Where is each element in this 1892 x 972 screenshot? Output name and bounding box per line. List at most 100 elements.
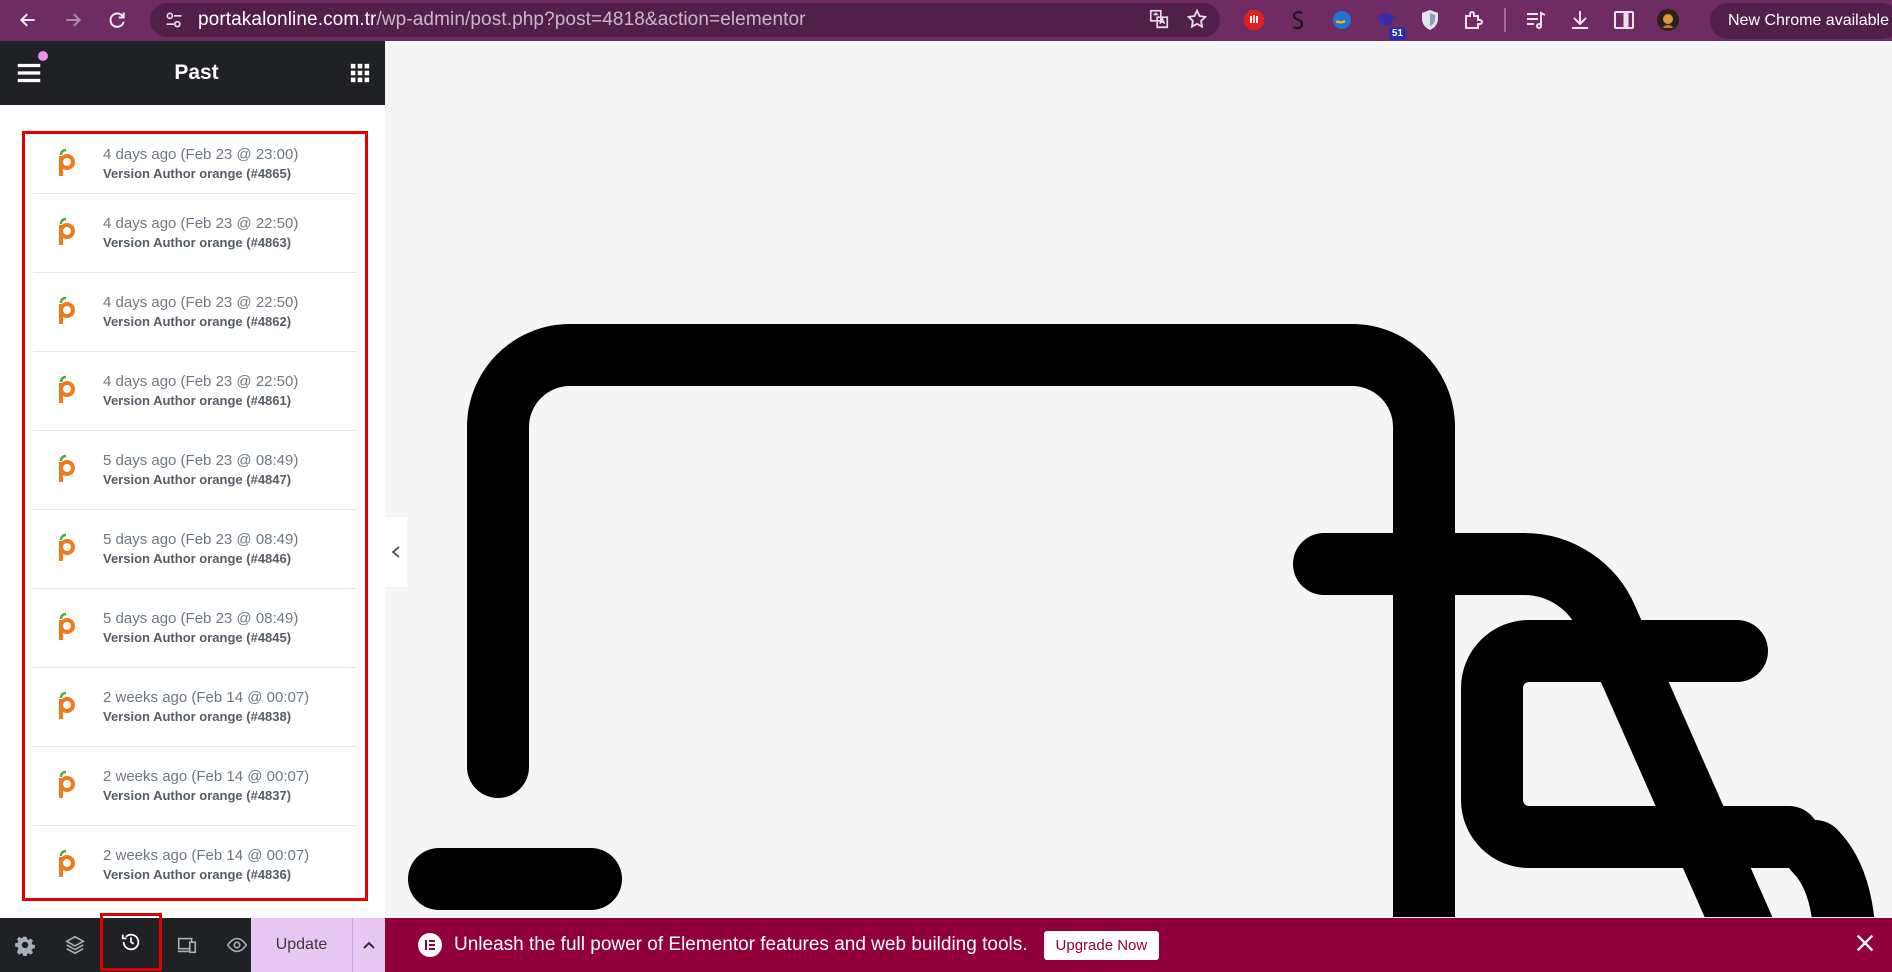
revision-text: 5 days ago (Feb 23 @ 08:49) Version Autho… [103, 609, 298, 647]
update-button[interactable]: Update [251, 918, 352, 972]
settings-button[interactable] [0, 918, 50, 972]
revision-date: 4 days ago (Feb 23 @ 22:50) [103, 215, 299, 232]
eye-icon [226, 937, 248, 953]
navigator-button[interactable] [50, 918, 100, 972]
reload-icon [109, 12, 125, 28]
extensions-button[interactable] [1460, 6, 1488, 34]
orange-avatar-icon [59, 296, 75, 324]
script-s-icon [1292, 10, 1304, 30]
save-options-button[interactable] [352, 918, 385, 972]
revision-text: 4 days ago (Feb 23 @ 22:50) Version Autho… [103, 293, 298, 331]
preview-artwork [408, 324, 1875, 917]
extension-shield[interactable] [1416, 6, 1444, 34]
revision-text: 5 days ago (Feb 23 @ 08:49) Version Autho… [103, 530, 298, 568]
revision-date: 2 weeks ago (Feb 14 @ 00:07) [103, 847, 310, 864]
shield-icon [1422, 10, 1438, 30]
revision-item[interactable]: 2 weeks ago (Feb 14 @ 00:07) Version Auth… [33, 826, 357, 898]
orange-avatar-icon [59, 375, 75, 403]
responsive-mode-button[interactable] [162, 918, 212, 972]
revision-item[interactable]: 4 days ago (Feb 23 @ 22:50) Version Autho… [33, 273, 357, 352]
profile-avatar[interactable] [1654, 6, 1682, 34]
revision-text: 2 weeks ago (Feb 14 @ 00:07) Version Auth… [103, 688, 309, 726]
panel-footer: Update [0, 913, 385, 972]
revision-item[interactable]: 4 days ago (Feb 23 @ 23:00) Version Autho… [33, 134, 357, 194]
elementor-logo-icon [418, 933, 442, 957]
media-controls-button[interactable] [1522, 6, 1550, 34]
orange-avatar-icon [59, 533, 75, 561]
close-icon[interactable] [1854, 932, 1876, 954]
site-info-icon[interactable] [164, 10, 184, 30]
revision-item[interactable]: 4 days ago (Feb 23 @ 22:50) Version Autho… [33, 352, 357, 431]
page-preview-canvas[interactable] [407, 51, 1892, 917]
arrow-right-icon [66, 13, 82, 27]
revision-date: 4 days ago (Feb 23 @ 22:50) [103, 373, 299, 390]
arrow-left-icon [19, 13, 35, 27]
url-path: /wp-admin/post.php?post=4818&action=elem… [376, 9, 806, 30]
orange-avatar-icon [59, 454, 75, 482]
extension-badge[interactable]: 51 [1372, 6, 1406, 40]
revision-item[interactable]: 5 days ago (Feb 23 @ 08:49) Version Autho… [33, 431, 357, 510]
revision-author: Version Author orange (#4863) [103, 235, 292, 250]
browser-toolbar: portakalonline.com.tr/wp-admin/post.php?… [0, 0, 1892, 41]
reload-button[interactable] [99, 2, 135, 38]
revision-author: Version Author orange (#4836) [103, 867, 292, 882]
toolbar-separator [1504, 8, 1506, 32]
address-bar[interactable]: portakalonline.com.tr/wp-admin/post.php?… [150, 3, 1220, 37]
revision-item[interactable]: 5 days ago (Feb 23 @ 08:49) Version Autho… [33, 510, 357, 589]
revision-text: 4 days ago (Feb 23 @ 22:50) Version Autho… [103, 214, 298, 252]
chevron-left-icon [391, 546, 400, 558]
extension-adblock[interactable] [1240, 6, 1268, 34]
revision-item[interactable]: 2 weeks ago (Feb 14 @ 00:07) Version Auth… [33, 668, 357, 747]
translate-icon[interactable] [1148, 8, 1170, 30]
revision-history-list: 4 days ago (Feb 23 @ 23:00) Version Autho… [22, 131, 368, 901]
upgrade-now-button[interactable]: Upgrade Now [1043, 930, 1160, 960]
side-panel-icon [1614, 11, 1634, 29]
orange-avatar-icon [59, 217, 75, 245]
revision-author: Version Author orange (#4861) [103, 393, 292, 408]
revision-author: Version Author orange (#4838) [103, 709, 292, 724]
menu-icon[interactable] [14, 58, 44, 88]
extension-globe[interactable] [1328, 6, 1356, 34]
history-button[interactable] [100, 913, 162, 971]
puzzle-piece-icon [1465, 11, 1483, 29]
globe-icon [1333, 11, 1351, 29]
orange-avatar-icon [59, 148, 75, 176]
widgets-grid-icon[interactable] [349, 62, 371, 84]
new-chrome-available-button[interactable]: New Chrome available [1710, 3, 1892, 39]
revision-date: 5 days ago (Feb 23 @ 08:49) [103, 452, 299, 469]
orange-avatar-icon [59, 770, 75, 798]
revision-item[interactable]: 2 weeks ago (Feb 14 @ 00:07) Version Auth… [33, 747, 357, 826]
url-host: portakalonline.com.tr [198, 9, 377, 30]
chevron-up-icon [363, 941, 375, 949]
revision-text: 4 days ago (Feb 23 @ 23:00) Version Autho… [103, 145, 298, 183]
elementor-panel: Past 4 days ago (Feb 23 @ 23:00) Version … [0, 41, 407, 972]
downloads-button[interactable] [1566, 6, 1594, 34]
bookmark-star-icon[interactable] [1186, 8, 1208, 30]
logo-bar [408, 848, 622, 910]
revision-item[interactable]: 4 days ago (Feb 23 @ 22:50) Version Autho… [33, 194, 357, 273]
forward-button[interactable] [55, 2, 91, 38]
promo-banner: Unleash the full power of Elementor feat… [385, 918, 1892, 972]
url-text: portakalonline.com.tr/wp-admin/post.php?… [198, 9, 806, 31]
revision-text: 4 days ago (Feb 23 @ 22:50) Version Autho… [103, 372, 298, 410]
logo-shape [467, 324, 1875, 917]
side-panel-button[interactable] [1610, 6, 1638, 34]
panel-title: Past [174, 61, 219, 84]
extension-grammar[interactable] [1284, 6, 1312, 34]
revision-author: Version Author orange (#4862) [103, 314, 292, 329]
revision-text: 2 weeks ago (Feb 14 @ 00:07) Version Auth… [103, 767, 309, 805]
revision-date: 5 days ago (Feb 23 @ 08:49) [103, 531, 299, 548]
notification-dot [38, 51, 48, 61]
panel-header: Past [0, 41, 385, 105]
revision-date: 2 weeks ago (Feb 14 @ 00:07) [103, 689, 310, 706]
revision-author: Version Author orange (#4846) [103, 551, 292, 566]
revision-author: Version Author orange (#4837) [103, 788, 292, 803]
promo-text: Unleash the full power of Elementor feat… [454, 934, 1028, 955]
avatar-icon [1657, 9, 1679, 31]
back-button[interactable] [10, 2, 46, 38]
download-icon [1572, 11, 1588, 29]
revision-date: 2 weeks ago (Feb 14 @ 00:07) [103, 768, 310, 785]
collapse-panel-button[interactable] [385, 517, 407, 587]
queue-music-icon [1527, 11, 1546, 29]
revision-item[interactable]: 5 days ago (Feb 23 @ 08:49) Version Autho… [33, 589, 357, 668]
